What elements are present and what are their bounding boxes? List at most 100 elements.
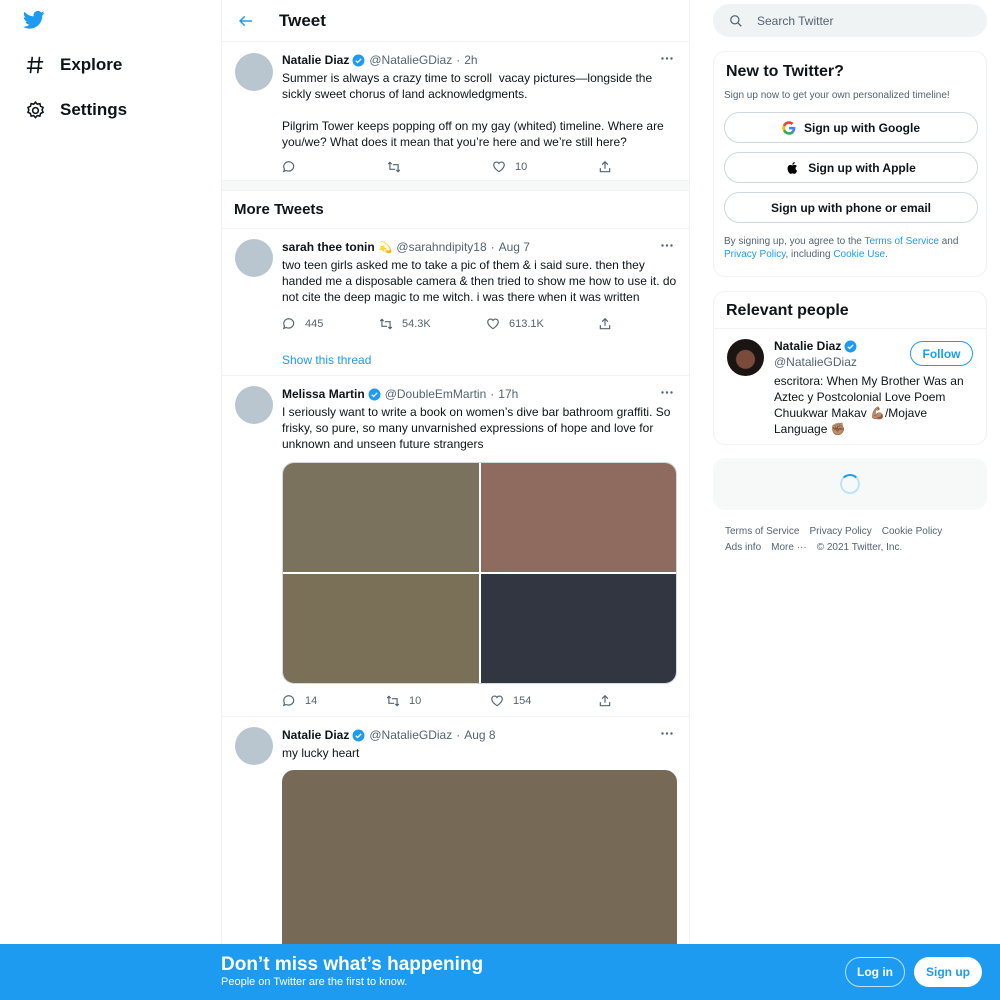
heart-icon <box>487 318 499 330</box>
signup-google-label: Sign up with Google <box>804 120 920 135</box>
tweet-text: Summer is always a crazy time to scroll … <box>282 71 664 149</box>
twitter-bird-icon[interactable] <box>22 10 45 30</box>
more-options-icon[interactable] <box>659 729 675 737</box>
signup-apple-button[interactable]: Sign up with Apple <box>724 152 978 183</box>
tweet-header: sarah thee tonin 💫 @sarahndipity18 · Aug… <box>282 239 677 255</box>
show-thread-link[interactable]: Show this thread <box>282 343 371 379</box>
like-count: 10 <box>515 161 528 173</box>
media-image[interactable] <box>283 574 479 683</box>
like-count: 613.1K <box>509 318 544 330</box>
nav-explore[interactable]: Explore <box>24 53 122 77</box>
more-options-icon[interactable] <box>659 388 675 396</box>
tweet-time[interactable]: 2h <box>464 53 477 67</box>
tweet-card[interactable]: Melissa Martin @DoubleEmMartin · 17h I s… <box>222 376 689 717</box>
footer-privacy-link[interactable]: Privacy Policy <box>809 524 871 540</box>
person-entry[interactable]: Natalie Diaz @NatalieGDiaz Follow escrit… <box>714 329 986 437</box>
login-button[interactable]: Log in <box>845 957 905 987</box>
follow-button[interactable]: Follow <box>910 341 973 366</box>
page: Explore Settings Tweet Natalie Diaz @Nat… <box>0 0 1000 1000</box>
verified-badge-icon <box>368 388 381 400</box>
media-image[interactable] <box>283 463 479 572</box>
more-options-icon[interactable] <box>659 54 675 62</box>
author-handle[interactable]: @DoubleEmMartin <box>385 387 487 401</box>
like-button[interactable]: 154 <box>490 694 598 708</box>
main-tweet[interactable]: Natalie Diaz @NatalieGDiaz · 2h Summer i… <box>222 42 689 181</box>
tweet-time[interactable]: Aug 7 <box>499 240 530 254</box>
avatar[interactable] <box>235 727 273 765</box>
footer-more-link[interactable]: More ··· <box>771 540 807 556</box>
share-icon <box>599 160 611 173</box>
tweet-header: Natalie Diaz @NatalieGDiaz · Aug 8 <box>282 727 677 743</box>
reply-button[interactable]: 445 <box>282 317 379 331</box>
gear-icon <box>24 99 46 121</box>
reply-icon <box>282 318 295 330</box>
cookie-use-link[interactable]: Cookie Use <box>833 249 885 260</box>
author-handle[interactable]: @NatalieGDiaz <box>369 53 452 67</box>
media-image[interactable] <box>282 770 677 970</box>
like-button[interactable]: 10 <box>492 160 598 174</box>
footer-terms-link[interactable]: Terms of Service <box>725 524 799 540</box>
search-icon <box>730 14 742 27</box>
relevant-people-card: Relevant people Natalie Diaz @NatalieGDi… <box>713 291 987 445</box>
retweet-icon <box>387 161 401 173</box>
reply-icon <box>282 695 295 707</box>
main-column: Tweet Natalie Diaz @NatalieGDiaz · 2h Su… <box>221 0 690 1000</box>
share-button[interactable] <box>598 317 612 331</box>
tweet-time[interactable]: 17h <box>498 387 518 401</box>
verified-badge-icon <box>844 340 857 352</box>
media-grid <box>282 462 677 684</box>
signup-button[interactable]: Sign up <box>914 957 982 987</box>
retweet-count: 10 <box>409 695 422 707</box>
tweet-card[interactable]: Natalie Diaz @NatalieGDiaz · Aug 8 my lu… <box>222 717 689 977</box>
footer-cookie-link[interactable]: Cookie Policy <box>882 524 943 540</box>
avatar[interactable] <box>727 339 764 376</box>
tweet-text: I seriously want to write a book on wome… <box>282 405 674 451</box>
like-count: 154 <box>513 695 532 707</box>
author-name[interactable]: Natalie Diaz <box>282 53 349 67</box>
author-name[interactable]: sarah thee tonin <box>282 240 375 254</box>
search-box[interactable] <box>713 4 987 37</box>
media-image[interactable] <box>480 463 676 572</box>
privacy-policy-link[interactable]: Privacy Policy <box>724 249 786 260</box>
author-name[interactable]: Melissa Martin <box>282 387 365 401</box>
like-button[interactable]: 613.1K <box>486 317 598 331</box>
media-image[interactable] <box>480 574 676 683</box>
more-options-icon[interactable] <box>659 241 675 249</box>
name-emoji: 💫 <box>378 241 393 254</box>
tweet-card[interactable]: sarah thee tonin 💫 @sarahndipity18 · Aug… <box>222 229 689 376</box>
terms-text: , including <box>785 249 834 260</box>
avatar[interactable] <box>235 386 273 424</box>
footer-links: Terms of Service Privacy Policy Cookie Pol… <box>725 524 985 556</box>
footer-ads-link[interactable]: Ads info <box>725 540 761 556</box>
retweet-icon <box>386 695 400 707</box>
search-input[interactable] <box>757 13 957 28</box>
author-handle[interactable]: @sarahndipity18 <box>396 240 486 254</box>
retweet-button[interactable] <box>387 160 492 174</box>
back-arrow-icon[interactable] <box>234 9 258 33</box>
tweet-time[interactable]: Aug 8 <box>464 728 495 742</box>
tweet-header: Melissa Martin @DoubleEmMartin · 17h <box>282 386 677 402</box>
author-name[interactable]: Natalie Diaz <box>282 728 349 742</box>
reply-count: 445 <box>305 318 324 330</box>
author-handle[interactable]: @NatalieGDiaz <box>369 728 452 742</box>
nav-settings[interactable]: Settings <box>24 98 127 122</box>
share-button[interactable] <box>598 694 612 708</box>
signup-apple-label: Sign up with Apple <box>808 160 916 175</box>
signup-phone-button[interactable]: Sign up with phone or email <box>724 192 978 223</box>
avatar[interactable] <box>235 239 273 277</box>
person-name[interactable]: Natalie Diaz <box>774 339 841 353</box>
retweet-button[interactable]: 10 <box>386 694 490 708</box>
signup-terms: By signing up, you agree to the Terms of… <box>724 235 976 261</box>
signup-google-button[interactable]: Sign up with Google <box>724 112 978 143</box>
reply-button[interactable] <box>282 160 387 174</box>
terms-of-service-link[interactable]: Terms of Service <box>864 236 938 247</box>
left-nav: Explore Settings <box>0 0 221 1000</box>
reply-button[interactable]: 14 <box>282 694 386 708</box>
tweet-text: my lucky heart <box>282 746 360 760</box>
retweet-button[interactable]: 54.3K <box>379 317 486 331</box>
avatar[interactable] <box>235 53 273 91</box>
loading-card <box>713 458 987 510</box>
heart-icon <box>493 161 505 173</box>
retweet-icon <box>379 318 393 330</box>
share-button[interactable] <box>598 160 612 174</box>
